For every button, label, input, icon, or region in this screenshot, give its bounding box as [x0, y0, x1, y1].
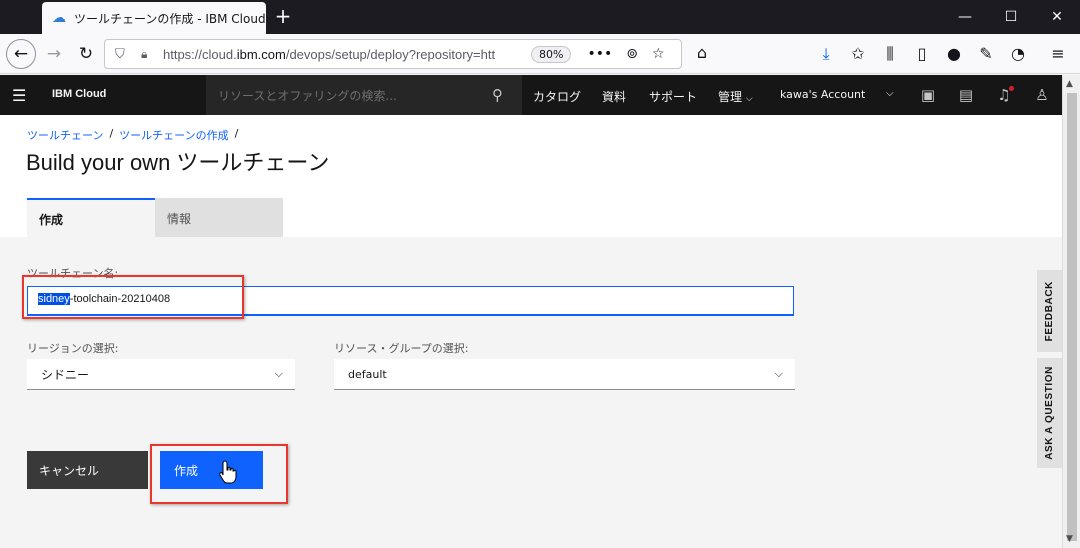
browser-tab-title: ツールチェーンの作成 - IBM Cloud [74, 11, 266, 26]
region-value: シドニー [41, 367, 90, 382]
scrollbar-thumb[interactable] [1067, 93, 1077, 541]
download-icon[interactable]: ⤓ [816, 44, 836, 64]
app-menu-icon[interactable]: ≡ [1048, 44, 1068, 64]
maximize-icon[interactable]: ☐ [988, 0, 1034, 34]
minimize-icon[interactable]: — [942, 0, 988, 34]
brand-logo[interactable]: IBM Cloud [52, 88, 106, 100]
scroll-up-icon[interactable]: ▲ [1066, 79, 1073, 89]
bookmarks-icon[interactable]: ✩ [848, 44, 868, 64]
cost-estimator-icon[interactable]: ▣ [919, 86, 937, 104]
lock-icon[interactable]: 🔒︎ [141, 47, 155, 62]
nav-manage[interactable]: 管理 ⌵ [718, 88, 753, 105]
scroll-down-icon[interactable]: ▼ [1066, 534, 1073, 544]
calculator-icon[interactable]: ▤ [957, 86, 975, 104]
tab-info[interactable]: 情報 [155, 198, 283, 237]
bookmark-star-icon[interactable]: ☆ [652, 46, 665, 62]
page-title: Build your own ツールチェーン [26, 150, 330, 175]
account-icon[interactable]: ● [944, 44, 964, 64]
chevron-down-icon: ⌵ [745, 94, 753, 104]
browser-tab-strip: ☁ ツールチェーンの作成 - IBM Cloud ✕ + — ☐ ✕ [0, 0, 1080, 34]
home-icon[interactable]: ⌂ [692, 43, 712, 63]
sidebar-icon[interactable]: ▯ [912, 44, 932, 64]
search-icon[interactable]: ⚲ [492, 86, 522, 104]
nav-docs[interactable]: 資料 [602, 88, 626, 105]
nav-catalog[interactable]: カタログ [533, 88, 581, 105]
search-input[interactable]: リソースとオファリングの検索... [218, 87, 492, 104]
zoom-level[interactable]: 80% [531, 45, 572, 63]
region-label: リージョンの選択: [27, 342, 119, 355]
page-scrollbar[interactable]: ▲ ▼ [1062, 75, 1080, 548]
highlight-box-create [150, 444, 288, 504]
new-tab-icon[interactable]: + [272, 6, 294, 28]
resource-group-value: default [348, 367, 387, 381]
chevron-down-icon: ⌵ [274, 367, 283, 380]
page-header: ツールチェーン / ツールチェーンの作成 / Build your own ツー… [0, 115, 1062, 237]
shield-icon[interactable]: ⛉ [115, 47, 131, 62]
reload-icon[interactable]: ↻ [72, 40, 100, 68]
hamburger-menu-icon[interactable]: ☰ [12, 86, 26, 105]
breadcrumb-toolchains[interactable]: ツールチェーン [27, 127, 103, 143]
chevron-down-icon: ⌵ [774, 367, 783, 380]
breadcrumb: ツールチェーン / ツールチェーンの作成 / [27, 127, 238, 143]
more-actions-icon[interactable]: ••• [587, 46, 612, 62]
user-profile-icon[interactable]: ♙ [1033, 86, 1051, 104]
region-select[interactable]: シドニー ⌵ [27, 359, 295, 390]
header-search[interactable]: リソースとオファリングの検索... ⚲ [206, 75, 522, 115]
highlight-box-name [22, 275, 244, 319]
forward-icon[interactable]: → [40, 40, 68, 68]
chevron-down-icon[interactable]: ⌵ [886, 88, 894, 99]
tab-create[interactable]: 作成 [27, 198, 155, 237]
ibm-cloud-header: ☰ IBM Cloud リソースとオファリングの検索... ⚲ カタログ 資料 … [0, 75, 1062, 115]
nav-support[interactable]: サポート [649, 88, 697, 105]
resource-group-label: リソース・グループの選択: [334, 342, 469, 355]
breadcrumb-create-toolchain[interactable]: ツールチェーンの作成 [119, 127, 228, 143]
browser-tab[interactable]: ☁ ツールチェーンの作成 - IBM Cloud ✕ [42, 2, 285, 34]
resource-group-select[interactable]: default ⌵ [334, 359, 795, 390]
account-switcher[interactable]: kawa's Account [780, 88, 865, 101]
notification-badge [1009, 86, 1014, 91]
cancel-button[interactable]: キャンセル [27, 451, 148, 489]
back-icon[interactable]: ← [6, 39, 36, 69]
library-icon[interactable]: ⫼ [880, 44, 900, 64]
breadcrumb-separator: / [109, 127, 114, 140]
breadcrumb-separator: / [234, 127, 239, 140]
ask-question-tab[interactable]: ASK A QUESTION [1037, 358, 1062, 468]
url-bar[interactable]: ⛉ 🔒︎ https://cloud.ibm.com/devops/setup/… [104, 39, 682, 69]
url-text[interactable]: https://cloud.ibm.com/devops/setup/deplo… [163, 47, 523, 62]
window-close-icon[interactable]: ✕ [1034, 0, 1080, 34]
pocket-icon[interactable]: ⊚ [626, 46, 638, 62]
extension-icon[interactable]: ◔ [1008, 44, 1028, 64]
cloud-icon: ☁ [52, 10, 66, 26]
extension-pen-icon[interactable]: ✎ [976, 44, 996, 64]
feedback-tab[interactable]: FEEDBACK [1037, 270, 1062, 352]
browser-toolbar: ← → ↻ ⛉ 🔒︎ https://cloud.ibm.com/devops/… [0, 34, 1080, 74]
